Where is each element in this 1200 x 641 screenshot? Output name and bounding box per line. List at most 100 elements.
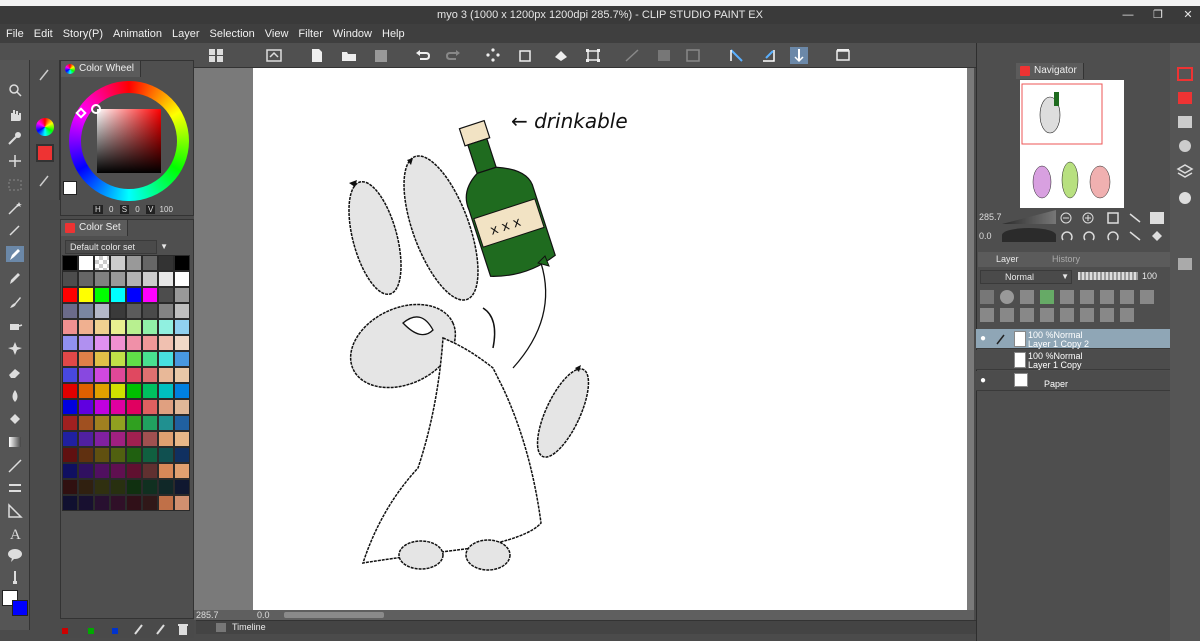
ruler-tool-icon[interactable] xyxy=(6,503,24,519)
color-swatch[interactable] xyxy=(174,415,190,431)
color-swatch[interactable] xyxy=(62,479,78,495)
color-swatch[interactable] xyxy=(142,399,158,415)
color-swatch[interactable] xyxy=(142,415,158,431)
flip-icon[interactable] xyxy=(1150,230,1164,242)
navigator-panel-icon[interactable] xyxy=(1175,65,1195,83)
color-swatch[interactable] xyxy=(126,303,142,319)
color-swatch[interactable] xyxy=(62,271,78,287)
color-swatch[interactable] xyxy=(126,415,142,431)
timeline-label[interactable]: Timeline xyxy=(232,622,266,632)
color-swatch[interactable] xyxy=(78,303,94,319)
new-vector-layer-icon[interactable] xyxy=(1000,308,1014,322)
new-raster-layer-icon[interactable] xyxy=(980,308,994,322)
color-swatch[interactable] xyxy=(94,431,110,447)
menu-help[interactable]: Help xyxy=(382,28,405,40)
color-swatch[interactable] xyxy=(110,447,126,463)
color-swatch[interactable] xyxy=(126,383,142,399)
color-swatch[interactable] xyxy=(78,495,94,511)
crop-icon[interactable] xyxy=(684,47,702,64)
color-swatch[interactable] xyxy=(126,447,142,463)
color-swatch[interactable] xyxy=(78,399,94,415)
gradient-tool-icon[interactable] xyxy=(6,434,24,450)
minimize-button[interactable]: — xyxy=(1122,6,1134,24)
selection-tool-icon[interactable] xyxy=(6,177,24,193)
color-swatch[interactable] xyxy=(110,495,126,511)
color-swatch[interactable] xyxy=(110,479,126,495)
text-tool-icon[interactable]: A xyxy=(6,525,24,541)
apply-mask-icon[interactable] xyxy=(1100,308,1114,322)
color-swatch[interactable] xyxy=(94,415,110,431)
color-swatch[interactable] xyxy=(174,383,190,399)
maximize-button[interactable]: ❐ xyxy=(1152,6,1164,24)
color-swatch[interactable] xyxy=(62,303,78,319)
menu-view[interactable]: View xyxy=(265,28,289,40)
color-swatch[interactable] xyxy=(126,463,142,479)
snap-special-icon[interactable] xyxy=(760,47,778,64)
color-swatch[interactable] xyxy=(158,447,174,463)
color-swatch[interactable] xyxy=(174,303,190,319)
blend-tool-icon[interactable] xyxy=(6,388,24,404)
color-swatch[interactable] xyxy=(78,271,94,287)
layer-panel-icon[interactable] xyxy=(1175,163,1195,181)
layer-color-icon[interactable] xyxy=(1140,290,1154,304)
color-swatch[interactable] xyxy=(62,287,78,303)
color-swatch[interactable] xyxy=(158,351,174,367)
opacity-slider[interactable] xyxy=(1078,272,1138,280)
color-set-tab[interactable]: Color Set xyxy=(61,220,128,236)
mask-icon[interactable] xyxy=(1100,290,1114,304)
layer-property-panel-icon[interactable] xyxy=(1175,189,1195,207)
save-icon[interactable] xyxy=(372,47,390,64)
layer-row[interactable]: 100 %Normal Layer 1 Copy xyxy=(976,350,1170,370)
color-swatch[interactable] xyxy=(158,271,174,287)
color-swatch[interactable] xyxy=(158,255,174,271)
replace-color-icon[interactable] xyxy=(154,622,168,636)
transfer-down-icon[interactable] xyxy=(1040,308,1054,322)
layer-tab-label[interactable]: Layer xyxy=(996,254,1019,264)
color-swatch[interactable] xyxy=(158,495,174,511)
color-swatch[interactable] xyxy=(142,271,158,287)
color-swatch[interactable] xyxy=(110,463,126,479)
color-swatch[interactable] xyxy=(142,383,158,399)
undo-icon[interactable] xyxy=(414,47,432,64)
clip-studio-icon[interactable] xyxy=(265,47,283,64)
correct-line-tool-icon[interactable] xyxy=(6,569,24,585)
color-swatch[interactable] xyxy=(174,399,190,415)
lock-transparent-icon[interactable] xyxy=(1080,290,1094,304)
snap-ruler-icon[interactable] xyxy=(728,47,746,64)
hand-tool-icon[interactable] xyxy=(6,107,24,123)
color-swatch[interactable] xyxy=(142,335,158,351)
menu-animation[interactable]: Animation xyxy=(113,28,162,40)
color-swatch[interactable] xyxy=(126,335,142,351)
saturation-value-square[interactable] xyxy=(97,109,161,173)
new-file-icon[interactable] xyxy=(308,47,326,64)
fit-to-window-icon[interactable] xyxy=(1128,212,1142,224)
sub-color-swatch[interactable] xyxy=(12,600,28,616)
color-swatch[interactable] xyxy=(110,255,126,271)
decoration-tool-icon[interactable] xyxy=(6,340,24,356)
color-swatch[interactable] xyxy=(142,287,158,303)
new-folder-icon[interactable] xyxy=(1020,308,1034,322)
color-set-shortcut-icon[interactable] xyxy=(36,144,54,162)
color-swatch[interactable] xyxy=(78,335,94,351)
history-tab-label[interactable]: History xyxy=(1052,254,1080,264)
color-swatch[interactable] xyxy=(142,447,158,463)
eyedropper-tool-icon[interactable] xyxy=(6,130,24,146)
color-swatch[interactable] xyxy=(78,367,94,383)
snap-grid-icon[interactable] xyxy=(790,47,808,64)
fit-window-icon[interactable] xyxy=(834,47,852,64)
search-panel-icon[interactable] xyxy=(1175,137,1195,155)
navigator-tab[interactable]: Navigator xyxy=(1016,63,1084,79)
color-swatch[interactable] xyxy=(62,383,78,399)
color-swatch[interactable] xyxy=(158,383,174,399)
color-swatch[interactable] xyxy=(94,463,110,479)
mask-layer-icon[interactable] xyxy=(1080,308,1094,322)
color-swatch[interactable] xyxy=(94,495,110,511)
color-wheel-shortcut-icon[interactable] xyxy=(36,118,54,136)
color-swatch[interactable] xyxy=(110,319,126,335)
color-swatch[interactable] xyxy=(62,255,78,271)
open-folder-icon[interactable] xyxy=(340,47,358,64)
color-swatch[interactable] xyxy=(174,447,190,463)
color-swatch[interactable] xyxy=(78,383,94,399)
color-swatch[interactable] xyxy=(142,431,158,447)
menu-edit[interactable]: Edit xyxy=(34,28,53,40)
